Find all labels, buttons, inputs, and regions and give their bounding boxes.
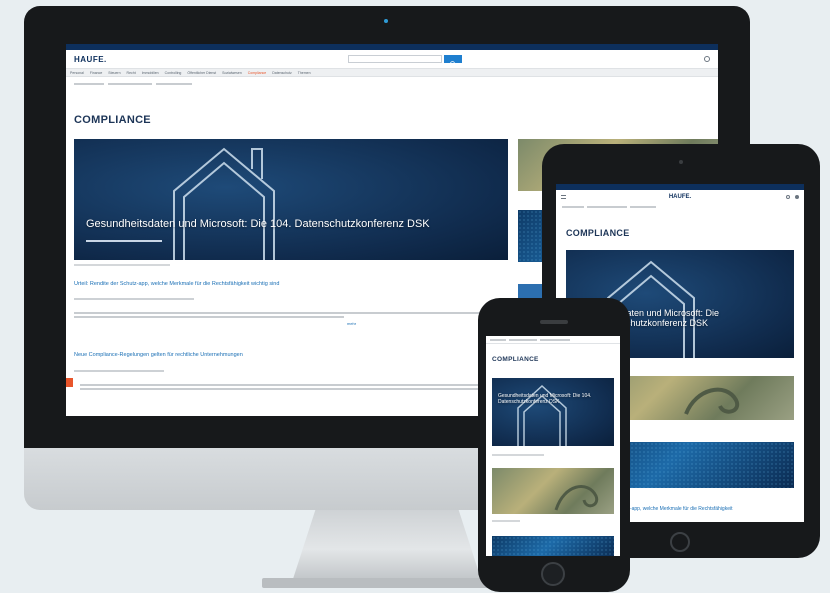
article-1-more-link[interactable]: mehr: [347, 321, 356, 326]
phone-hero[interactable]: Gesundheitsdaten und Microsoft: Die 104.…: [492, 378, 614, 446]
camera-icon: [679, 160, 683, 164]
nav-item-finance[interactable]: Finance: [90, 71, 102, 75]
tablet-bottom-headline[interactable]: ...tzel-app, welche Merkmale für die Rec…: [618, 506, 798, 512]
menu-icon[interactable]: [704, 56, 710, 62]
imac-stand: [292, 500, 482, 582]
speaker-grille: [540, 320, 568, 324]
phone-caption-2: [492, 520, 520, 522]
imac-stand-foot: [262, 578, 514, 588]
phone-caption: [492, 454, 544, 456]
nav-item-immobilien[interactable]: Immobilien: [142, 71, 159, 75]
phone-card-3[interactable]: [492, 536, 614, 556]
desktop-caption: [74, 264, 170, 266]
tablet-page-title: COMPLIANCE: [566, 228, 630, 238]
nav-item-oeffentlicher-dienst[interactable]: Öffentlicher Dienst: [187, 71, 216, 75]
phone-page-title: COMPLIANCE: [492, 356, 539, 363]
nav-item-controlling[interactable]: Controlling: [165, 71, 182, 75]
home-button-icon[interactable]: [541, 562, 565, 586]
desktop-search-input[interactable]: [348, 55, 442, 63]
house-icon: [517, 384, 567, 446]
house-icon: [173, 147, 275, 260]
tablet-breadcrumb[interactable]: [562, 206, 798, 208]
phone-card-2[interactable]: [492, 468, 614, 514]
phone-breadcrumb[interactable]: [486, 336, 620, 344]
tablet-header: HAUFE.: [556, 190, 804, 204]
nav-item-personal[interactable]: Personal: [70, 71, 84, 75]
nav-item-recht[interactable]: Recht: [127, 71, 136, 75]
nav-item-themen[interactable]: Themen: [298, 71, 311, 75]
desktop-header: HAUFE.: [66, 50, 718, 68]
hero-title[interactable]: Gesundheitsdaten und Microsoft: Die 104.…: [86, 218, 506, 231]
article-2-headline[interactable]: Neue Compliance-Regelungen gelten für re…: [74, 352, 504, 358]
feedback-tab[interactable]: [66, 378, 73, 387]
user-icon[interactable]: [795, 195, 799, 199]
nav-item-compliance[interactable]: Compliance: [248, 71, 266, 75]
tablet-hero-title[interactable]: ...daten und Microsoft: Die ...schutzkon…: [614, 308, 790, 329]
article-1-headline[interactable]: Urteil: Rendite der Schutz-app, welche M…: [74, 281, 504, 287]
desktop-search-button[interactable]: [444, 55, 462, 67]
nav-item-datenschutz[interactable]: Datenschutz: [272, 71, 291, 75]
tablet-logo[interactable]: HAUFE.: [669, 194, 691, 200]
desktop-breadcrumb[interactable]: [74, 80, 710, 88]
desktop-hero[interactable]: Gesundheitsdaten und Microsoft: Die 104.…: [74, 139, 508, 260]
hero-meta: [86, 240, 162, 242]
hook-image: [554, 485, 599, 511]
home-button-icon[interactable]: [670, 532, 690, 552]
phone-hero-title[interactable]: Gesundheitsdaten und Microsoft: Die 104.…: [498, 393, 610, 406]
hamburger-icon[interactable]: [561, 195, 566, 199]
phone-screen: COMPLIANCE Gesundheitsdaten und Microsof…: [486, 336, 620, 556]
article-2-meta: [74, 370, 164, 372]
desktop-logo[interactable]: HAUFE.: [74, 55, 107, 64]
search-icon[interactable]: [786, 195, 790, 199]
article-1-meta: [74, 298, 194, 300]
nav-item-steuern[interactable]: Steuern: [108, 71, 120, 75]
nav-item-sozialwesen[interactable]: Sozialwesen: [222, 71, 242, 75]
hook-image: [684, 387, 740, 415]
search-icon: [450, 61, 456, 67]
page-title: COMPLIANCE: [74, 114, 151, 126]
camera-icon: [384, 19, 388, 23]
desktop-nav: Personal Finance Steuern Recht Immobilie…: [66, 68, 718, 77]
